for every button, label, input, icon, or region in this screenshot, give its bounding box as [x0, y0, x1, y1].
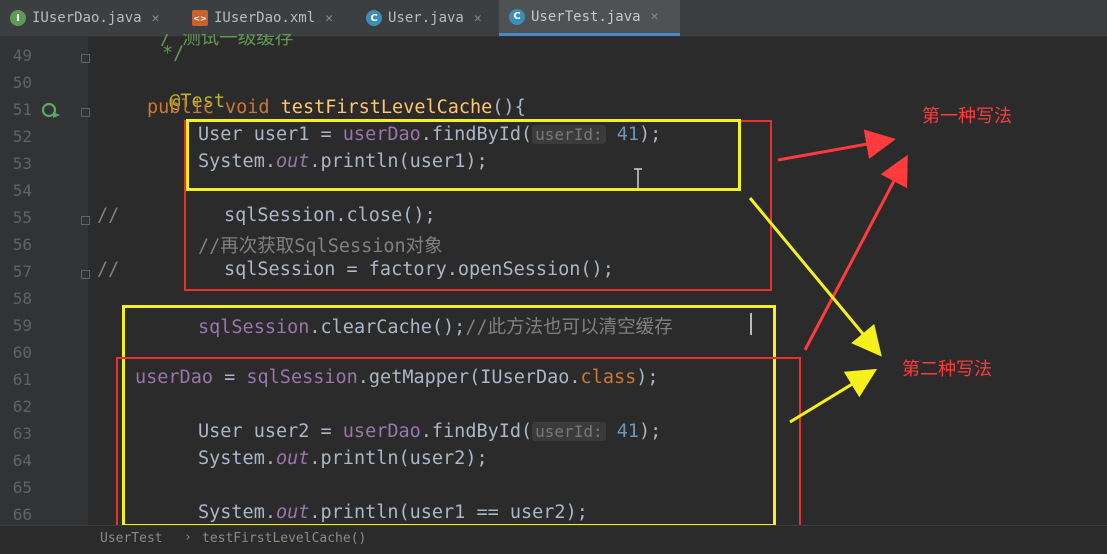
annotation-method-2: 第二种写法: [902, 359, 992, 380]
breadcrumb: UserTest › testFirstLevelCache(): [0, 525, 1107, 554]
annotation-method-1: 第一种写法: [922, 106, 1012, 127]
red-arrow: [777, 129, 896, 162]
breadcrumb-class[interactable]: UserTest: [100, 531, 163, 546]
annotation-arrows: [748, 129, 908, 424]
breadcrumb-method[interactable]: testFirstLevelCache(): [202, 531, 366, 546]
yellow-arrow: [789, 368, 878, 424]
red-arrow: [803, 154, 908, 351]
breadcrumb-separator: ›: [184, 530, 192, 545]
yellow-arrow: [748, 197, 882, 357]
